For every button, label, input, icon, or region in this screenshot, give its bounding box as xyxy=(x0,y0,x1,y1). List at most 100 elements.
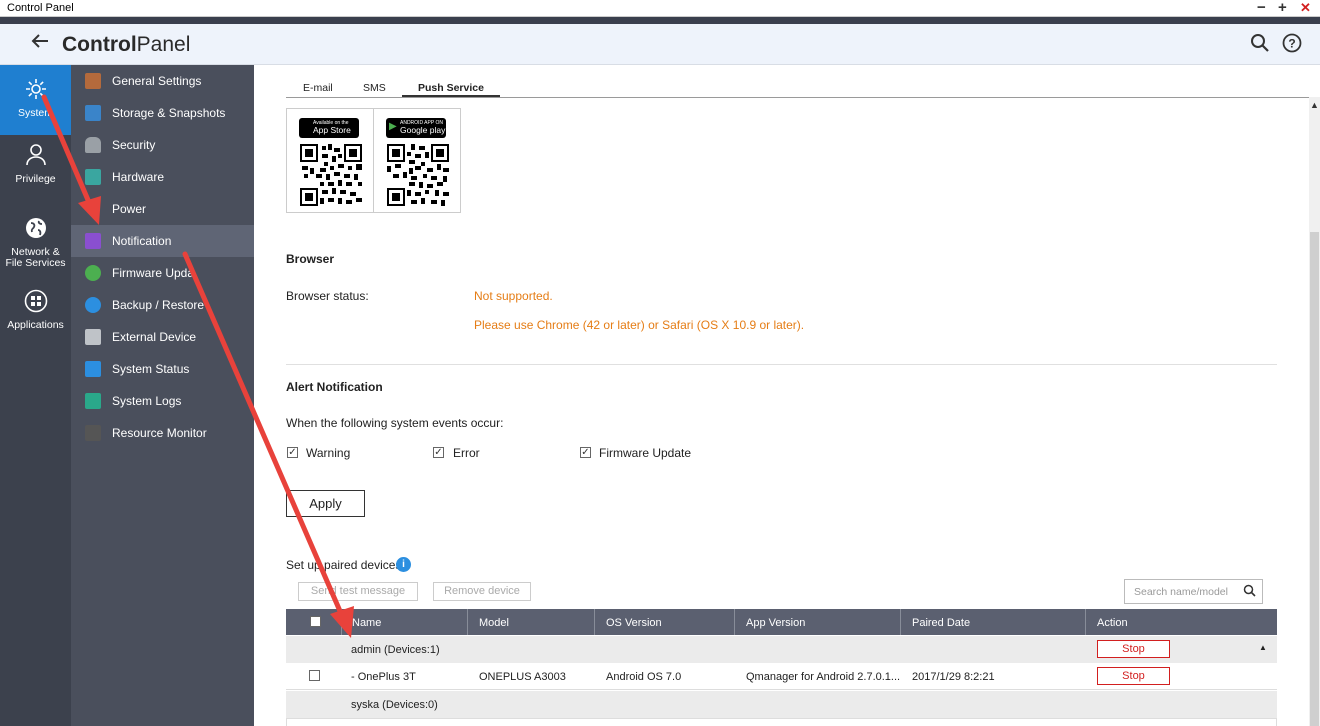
table-empty-row xyxy=(286,718,1277,726)
window-titlebar: Control Panel − + ✕ xyxy=(0,0,1320,17)
category-applications[interactable]: Applications xyxy=(0,289,71,339)
col-app-version[interactable]: App Version xyxy=(746,617,805,629)
col-name[interactable]: Name xyxy=(352,617,381,629)
help-icon[interactable]: ? xyxy=(1282,33,1302,56)
googleplay-qr-card[interactable]: ▶ ANDROID APP ON Google play xyxy=(373,108,461,213)
firmware-update-label: Firmware Update xyxy=(599,446,692,460)
device-model: ONEPLUS A3003 xyxy=(479,671,566,683)
alert-intro: When the following system events occur: xyxy=(286,416,504,430)
group-row-admin[interactable]: admin (Devices:1) Stop ▲ xyxy=(286,636,1277,663)
apps-grid-icon xyxy=(0,289,71,316)
error-checkbox[interactable]: ✓ xyxy=(433,447,444,458)
alert-section-title: Alert Notification xyxy=(286,380,383,394)
col-paired-date[interactable]: Paired Date xyxy=(912,617,970,629)
nav-backup-restore[interactable]: Backup / Restore xyxy=(71,289,254,321)
group-name: syska (Devices:0) xyxy=(351,699,438,711)
minimize-button[interactable]: − xyxy=(1257,0,1266,16)
browser-status-label: Browser status: xyxy=(286,289,369,303)
nav-hardware[interactable]: Hardware xyxy=(71,161,254,193)
search-placeholder: Search name/model xyxy=(1134,586,1228,598)
device-app-version: Qmanager for Android 2.7.0.1... xyxy=(746,671,901,683)
scroll-up-icon[interactable]: ▲ xyxy=(1310,100,1319,110)
back-arrow-icon[interactable] xyxy=(31,30,49,56)
tab-push-service[interactable]: Push Service xyxy=(402,82,500,97)
browser-hint: Please use Chrome (42 or later) or Safar… xyxy=(474,318,805,332)
external-device-icon xyxy=(85,329,101,345)
category-privilege[interactable]: Privilege xyxy=(0,143,71,193)
top-strip xyxy=(0,17,1320,24)
play-icon: ▶ xyxy=(389,121,397,132)
warning-label: Warning xyxy=(306,446,351,460)
warning-checkbox[interactable]: ✓ xyxy=(287,447,298,458)
notification-tabs: E-mail SMS Push Service xyxy=(286,80,1309,98)
row-checkbox[interactable] xyxy=(309,670,320,681)
group-name: admin (Devices:1) xyxy=(351,644,440,656)
send-test-message-button[interactable]: Send test message xyxy=(298,582,418,601)
nav-resource-monitor[interactable]: Resource Monitor xyxy=(71,417,254,449)
appstore-qr-card[interactable]: Available on the App Store xyxy=(286,108,374,213)
browser-section-title: Browser xyxy=(286,252,335,266)
app-title: ControlPanel xyxy=(62,33,191,56)
nav-security[interactable]: Security xyxy=(71,129,254,161)
notification-icon xyxy=(85,233,101,249)
search-input[interactable]: Search name/model xyxy=(1124,579,1263,604)
close-button[interactable]: ✕ xyxy=(1300,0,1311,16)
user-icon xyxy=(0,143,71,170)
scrollbar-thumb[interactable] xyxy=(1310,232,1319,726)
category-system[interactable]: System xyxy=(0,65,71,135)
lock-icon xyxy=(85,137,101,153)
browser-status-value: Not supported. xyxy=(474,289,553,303)
info-icon[interactable]: i xyxy=(396,557,411,572)
nav-storage-snapshots[interactable]: Storage & Snapshots xyxy=(71,97,254,129)
tab-sms[interactable]: SMS xyxy=(363,82,386,94)
storage-icon xyxy=(85,105,101,121)
paired-devices-title: Set up paired devices xyxy=(286,558,402,572)
stop-button[interactable]: Stop xyxy=(1097,640,1170,658)
qr-code-icon xyxy=(300,144,362,206)
settings-sidebar: General Settings Storage & Snapshots Sec… xyxy=(71,65,254,726)
nav-system-logs[interactable]: System Logs xyxy=(71,385,254,417)
tab-email[interactable]: E-mail xyxy=(303,82,333,94)
table-row[interactable]: - OnePlus 3T ONEPLUS A3003 Android OS 7.… xyxy=(286,663,1277,690)
stop-button[interactable]: Stop xyxy=(1097,667,1170,685)
col-action[interactable]: Action xyxy=(1097,617,1128,629)
general-settings-icon xyxy=(85,73,101,89)
devices-table-header: Name Model OS Version App Version Paired… xyxy=(286,609,1277,635)
hardware-icon xyxy=(85,169,101,185)
svg-text:?: ? xyxy=(1288,37,1295,51)
qr-code-icon xyxy=(387,144,449,206)
remove-device-button[interactable]: Remove device xyxy=(433,582,531,601)
col-model[interactable]: Model xyxy=(479,617,509,629)
group-row-syska[interactable]: syska (Devices:0) xyxy=(286,691,1277,718)
search-icon[interactable] xyxy=(1243,584,1256,600)
window-title: Control Panel xyxy=(7,2,74,14)
globe-icon xyxy=(0,216,71,243)
section-divider xyxy=(286,364,1277,365)
nav-general-settings[interactable]: General Settings xyxy=(71,65,254,97)
nav-system-status[interactable]: System Status xyxy=(71,353,254,385)
gear-icon xyxy=(0,77,71,104)
backup-icon xyxy=(85,297,101,313)
apply-button[interactable]: Apply xyxy=(286,490,365,517)
app-header: ControlPanel ? xyxy=(0,24,1320,65)
nav-firmware-update[interactable]: Firmware Upda xyxy=(71,257,254,289)
category-network-file-services[interactable]: Network & File Services xyxy=(0,216,71,276)
col-os-version[interactable]: OS Version xyxy=(606,617,662,629)
select-all-checkbox[interactable] xyxy=(310,616,321,627)
nav-external-device[interactable]: External Device xyxy=(71,321,254,353)
googleplay-badge[interactable]: ▶ ANDROID APP ON Google play xyxy=(386,118,446,138)
device-name: - OnePlus 3T xyxy=(351,671,416,683)
appstore-badge[interactable]: Available on the App Store xyxy=(299,118,359,138)
system-logs-icon xyxy=(85,393,101,409)
category-sidebar: System Privilege Network & File Services… xyxy=(0,65,71,726)
collapse-icon[interactable]: ▲ xyxy=(1259,643,1267,652)
system-status-icon xyxy=(85,361,101,377)
firmware-update-checkbox[interactable]: ✓ xyxy=(580,447,591,458)
resource-monitor-icon xyxy=(85,425,101,441)
firmware-icon xyxy=(85,265,101,281)
nav-notification[interactable]: Notification xyxy=(71,225,254,257)
error-label: Error xyxy=(453,446,480,460)
nav-power[interactable]: Power xyxy=(71,193,254,225)
maximize-button[interactable]: + xyxy=(1278,0,1287,16)
search-icon[interactable] xyxy=(1250,33,1270,56)
